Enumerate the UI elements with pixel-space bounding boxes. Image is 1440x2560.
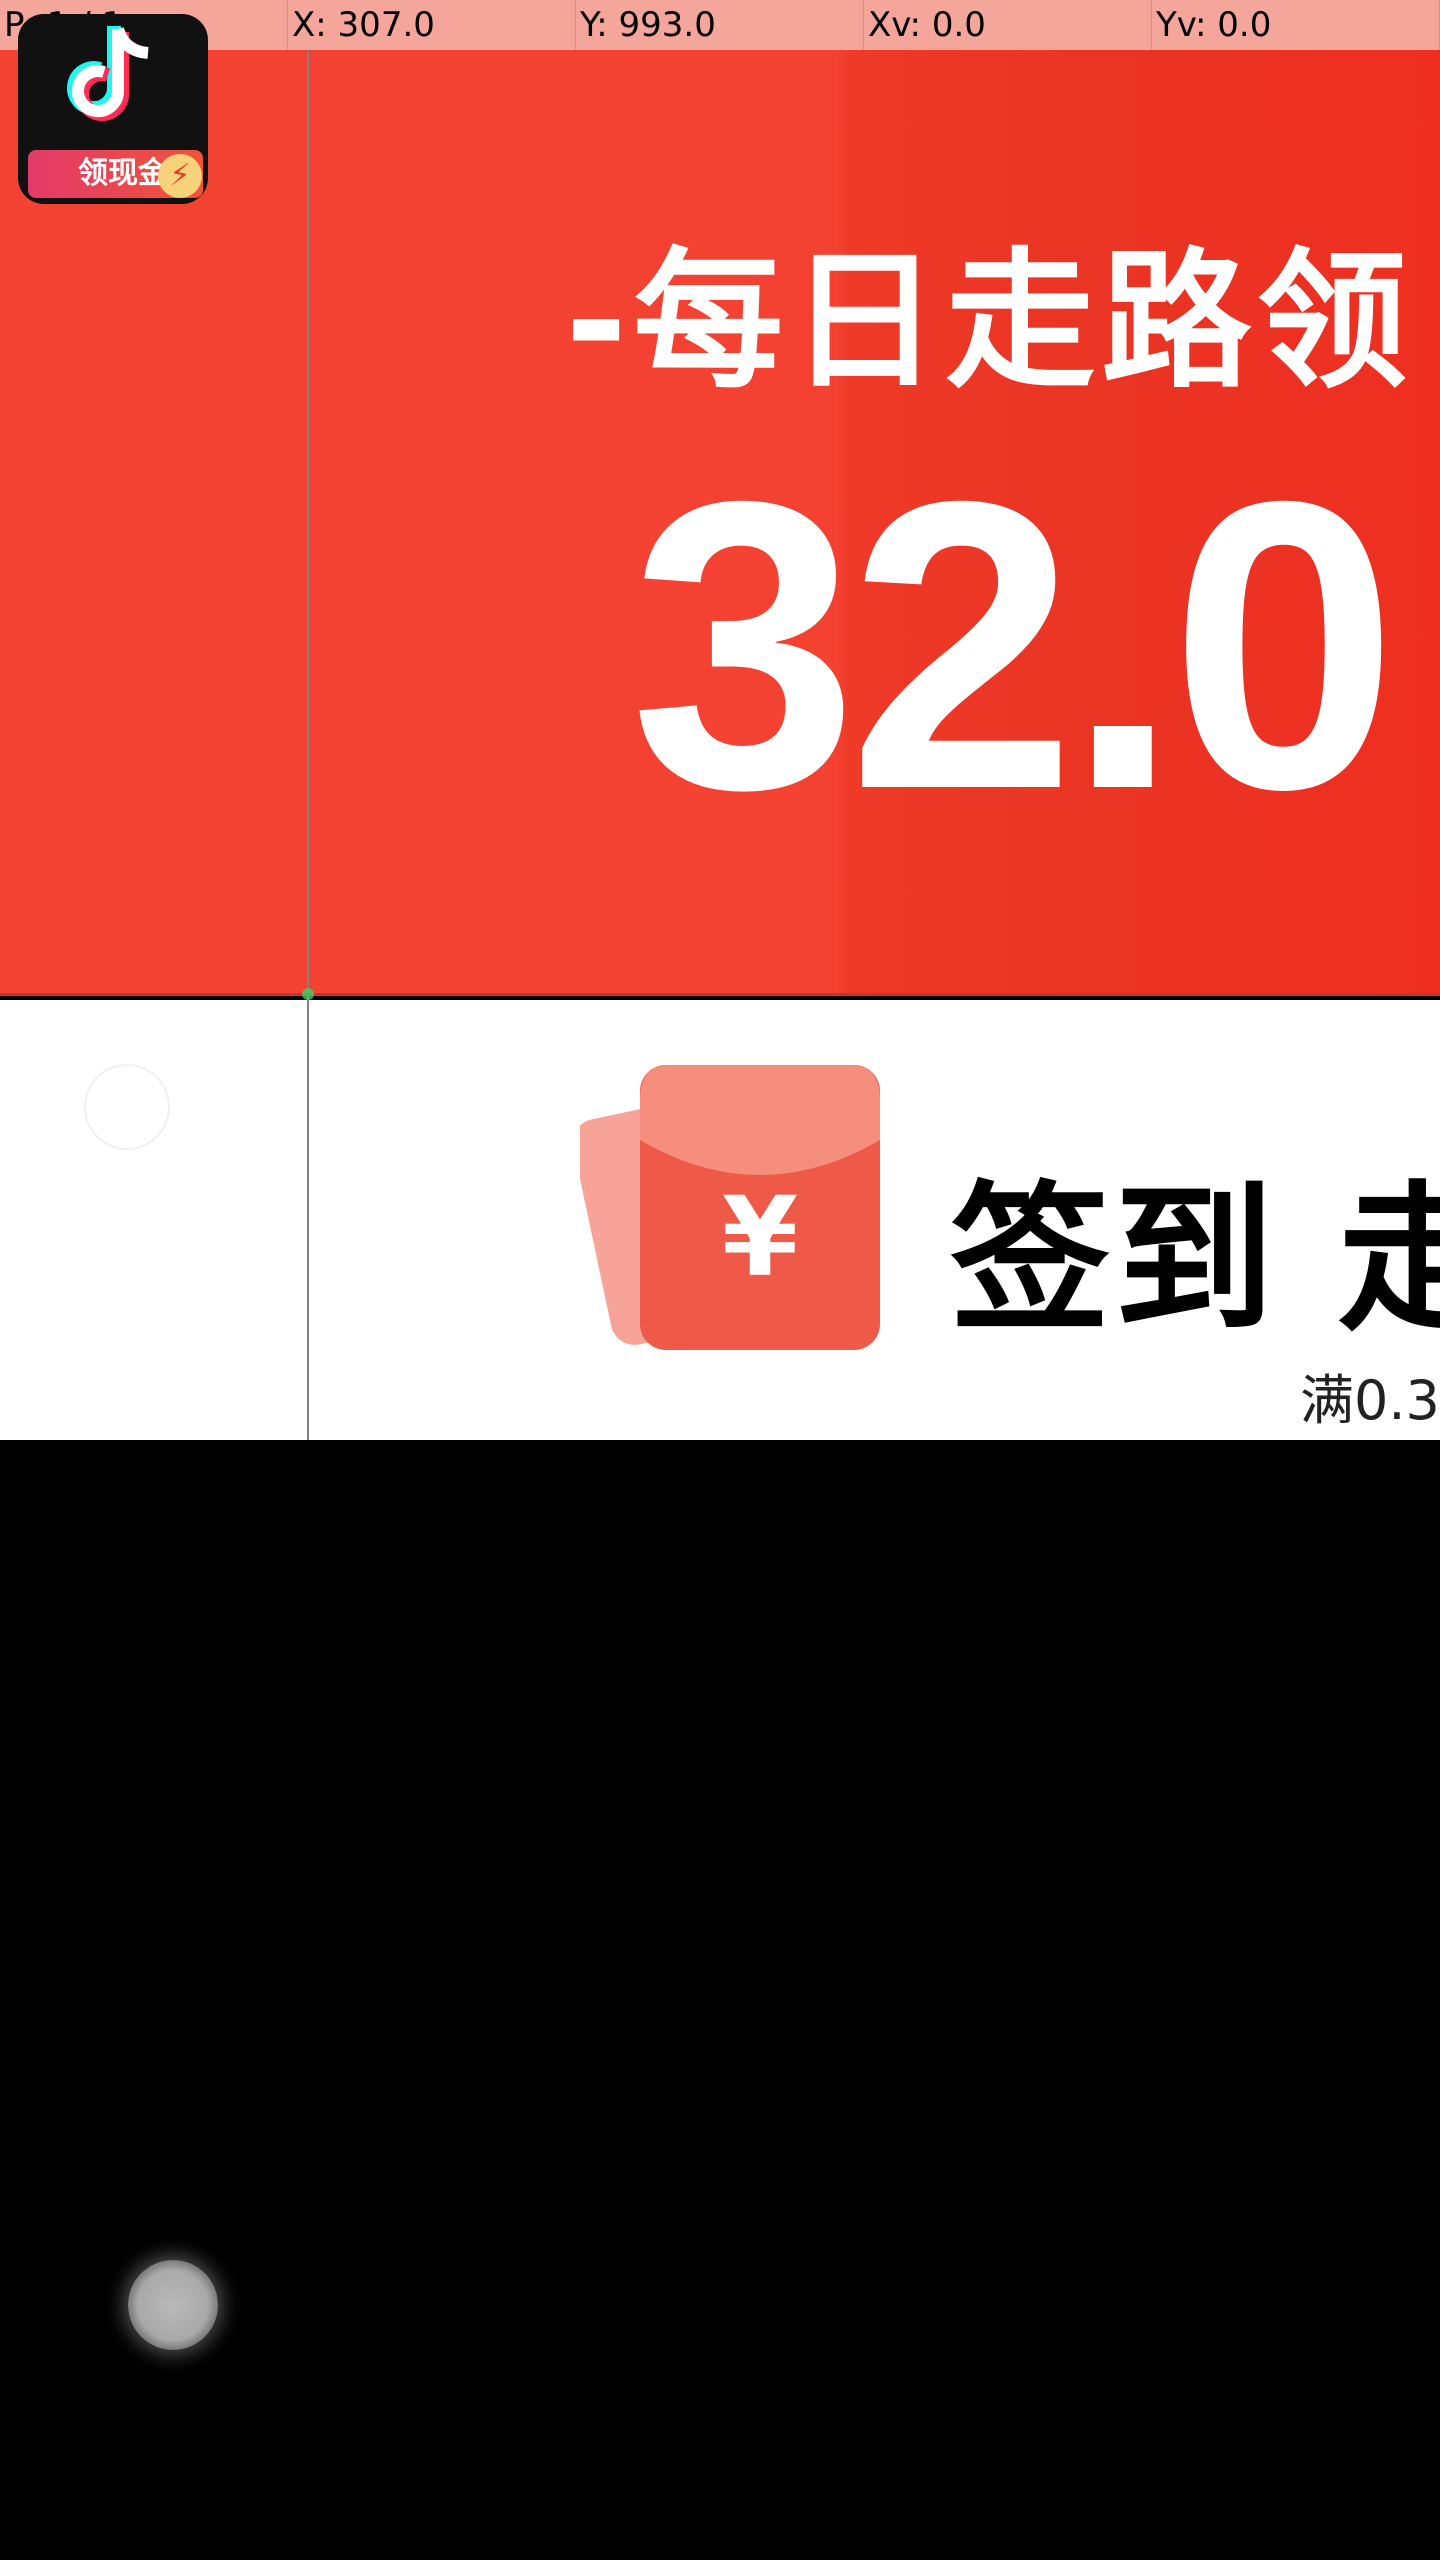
pointer-location-bar: P: 1 / 1 X: 307.0 Y: 993.0 Xv: 0.0 Yv: 0… (0, 0, 1440, 50)
touch-indicator (128, 2260, 218, 2350)
pointer-horizontal-crosshair (0, 993, 1440, 996)
lightning-icon: ⚡ (158, 154, 202, 198)
pointer-vertical-crosshair (307, 0, 309, 1440)
pointer-crosshair-dot (302, 988, 314, 1000)
card-note: 满0.3 (1300, 1369, 1440, 1432)
pointer-x-velocity: Xv: 0.0 (864, 0, 1152, 50)
pointer-x: X: 307.0 (288, 0, 576, 50)
banner-amount: 32.0 (630, 416, 1398, 874)
walking-reward-banner[interactable]: -每日走路领 32.0 (0, 50, 1440, 994)
banner-subtitle: -每日走路领 (565, 235, 1414, 409)
pointer-y-velocity: Yv: 0.0 (1152, 0, 1440, 50)
pointer-y: Y: 993.0 (576, 0, 864, 50)
red-envelope-icon: ¥ (580, 1065, 880, 1350)
select-radio[interactable] (84, 1064, 170, 1150)
card-title: 签到 走 (950, 1166, 1440, 1353)
yuan-symbol: ¥ (722, 1173, 799, 1301)
music-note-icon (67, 26, 149, 122)
douyin-lite-app-icon[interactable]: 领现金 ⚡ (18, 14, 208, 204)
checkin-card[interactable]: ¥ 签到 走 满0.3 (0, 1000, 1440, 1440)
